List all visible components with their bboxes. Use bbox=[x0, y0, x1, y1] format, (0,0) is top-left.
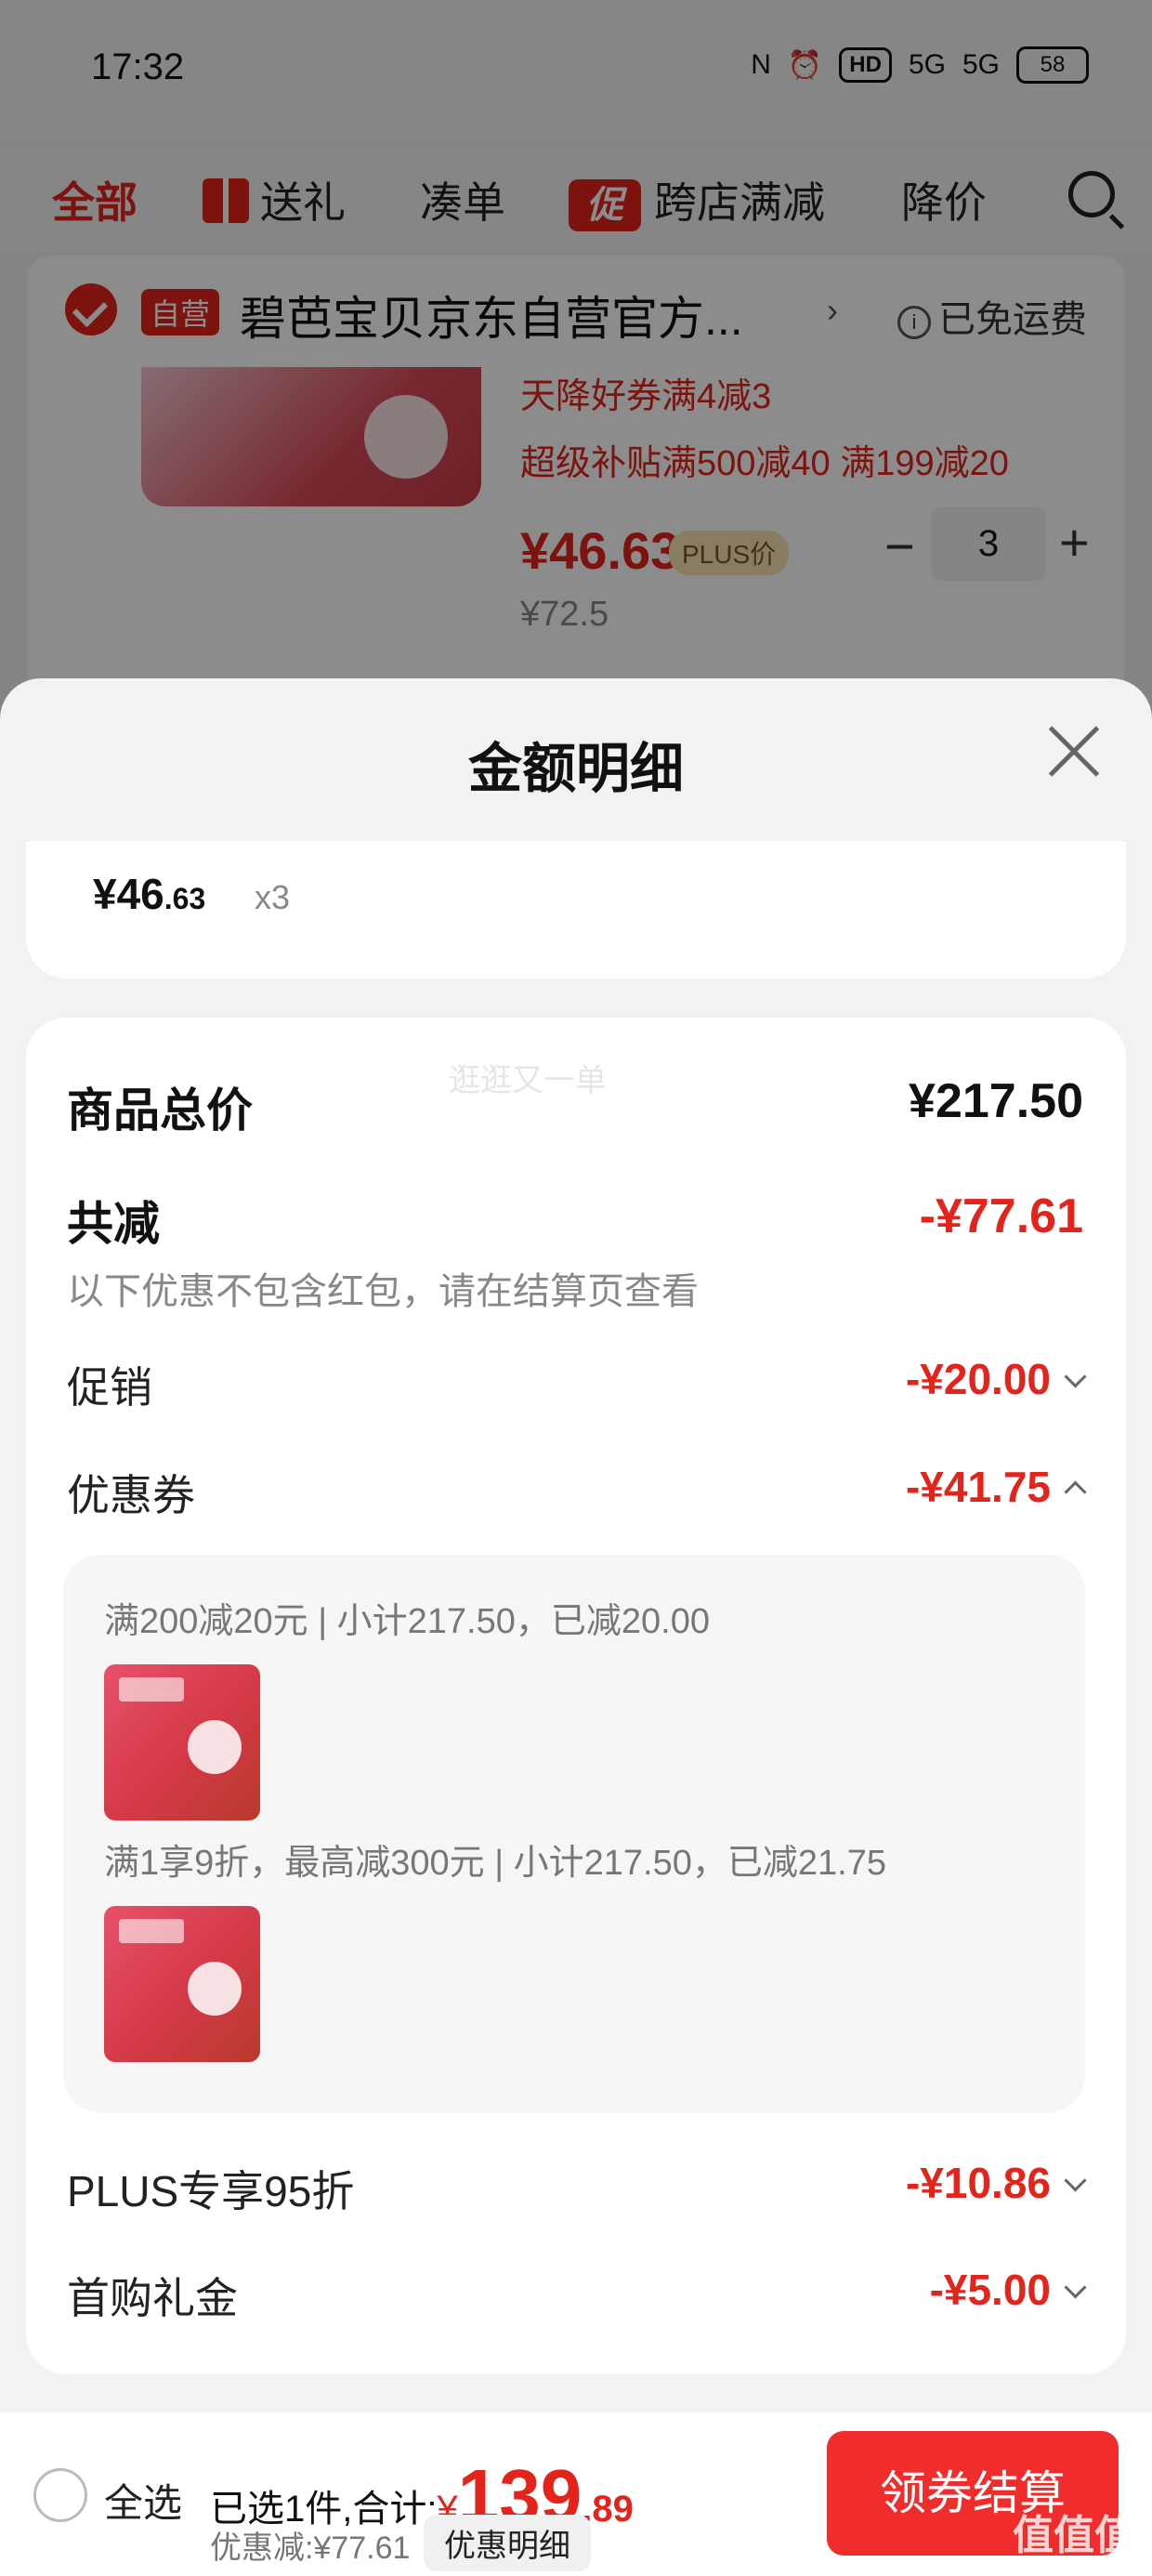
first-purchase-value: -¥5.00 bbox=[929, 2266, 1051, 2314]
chevron-up-icon bbox=[1064, 1480, 1087, 1504]
coupon-product-thumbnail-1 bbox=[104, 1664, 260, 1820]
unit-price-int: ¥46 bbox=[93, 870, 164, 918]
coupon-row-value[interactable]: -¥41.75 bbox=[905, 1462, 1087, 1512]
sheet-title: 金额明细 bbox=[467, 739, 684, 799]
unit-price-dec: .63 bbox=[164, 882, 206, 915]
discount-note: 以下优惠不包含红包，请在结算页查看 bbox=[67, 1271, 699, 1312]
unit-quantity: x3 bbox=[255, 878, 291, 916]
coupon-product-thumbnail-2 bbox=[104, 1906, 260, 2062]
coupon-line-1: 满200减20元 | 小计217.50，已减20.00 bbox=[104, 1602, 710, 1641]
chevron-down-icon bbox=[1064, 2276, 1087, 2299]
site-watermark: 值值值 bbox=[1013, 2513, 1135, 2558]
amount-detail-sheet: 金额明细 ¥46.63 x3 商品总价 ¥217.50 逛逛又一单 共减 -¥7… bbox=[0, 678, 1152, 2576]
reduce-label: 共减 bbox=[67, 1198, 160, 1250]
coupon-line-2: 满1享9折，最高减300元 | 小计217.50，已减21.75 bbox=[104, 1844, 886, 1883]
amount-breakdown-card: 商品总价 ¥217.50 逛逛又一单 共减 -¥77.61 以下优惠不包含红包，… bbox=[26, 1018, 1126, 2374]
reduce-value: -¥77.61 bbox=[919, 1189, 1083, 1243]
total-value: ¥217.50 bbox=[909, 1074, 1083, 1128]
discount-detail-button[interactable]: 优惠明细 bbox=[424, 2515, 591, 2571]
chevron-down-icon bbox=[1064, 2169, 1087, 2192]
unit-price: ¥46.63 bbox=[93, 869, 205, 919]
coupon-detail-panel: 满200减20元 | 小计217.50，已减20.00 满1享9折，最高减300… bbox=[63, 1555, 1085, 2112]
first-purchase-row-value[interactable]: -¥5.00 bbox=[929, 2265, 1087, 2315]
unit-price-card: ¥46.63 x3 bbox=[26, 841, 1126, 979]
select-all-label[interactable]: 全选 bbox=[104, 2472, 182, 2529]
discount-total: 优惠减:¥77.61 bbox=[210, 2530, 411, 2566]
plus-row-value[interactable]: -¥10.86 bbox=[905, 2158, 1087, 2208]
promo-row-value[interactable]: -¥20.00 bbox=[905, 1354, 1087, 1404]
promo-label[interactable]: 促销 bbox=[67, 1354, 152, 1415]
select-all-checkbox[interactable] bbox=[33, 2468, 87, 2522]
total-label: 商品总价 bbox=[67, 1084, 253, 1137]
promo-value: -¥20.00 bbox=[905, 1355, 1051, 1403]
close-icon[interactable] bbox=[1046, 725, 1100, 779]
coupon-value: -¥41.75 bbox=[905, 1463, 1051, 1511]
coupon-label[interactable]: 优惠券 bbox=[67, 1462, 195, 1523]
first-purchase-label[interactable]: 首购礼金 bbox=[67, 2265, 238, 2326]
chevron-down-icon bbox=[1064, 1365, 1087, 1388]
watermark-text: 逛逛又一单 bbox=[449, 1063, 607, 1098]
plus-discount-label[interactable]: PLUS专享95折 bbox=[67, 2158, 354, 2219]
checkout-bar: 全选 已选1件,合计:¥139.89 优惠减:¥77.61 优惠明细 领券结算 … bbox=[0, 2412, 1152, 2576]
plus-discount-value: -¥10.86 bbox=[905, 2159, 1051, 2207]
